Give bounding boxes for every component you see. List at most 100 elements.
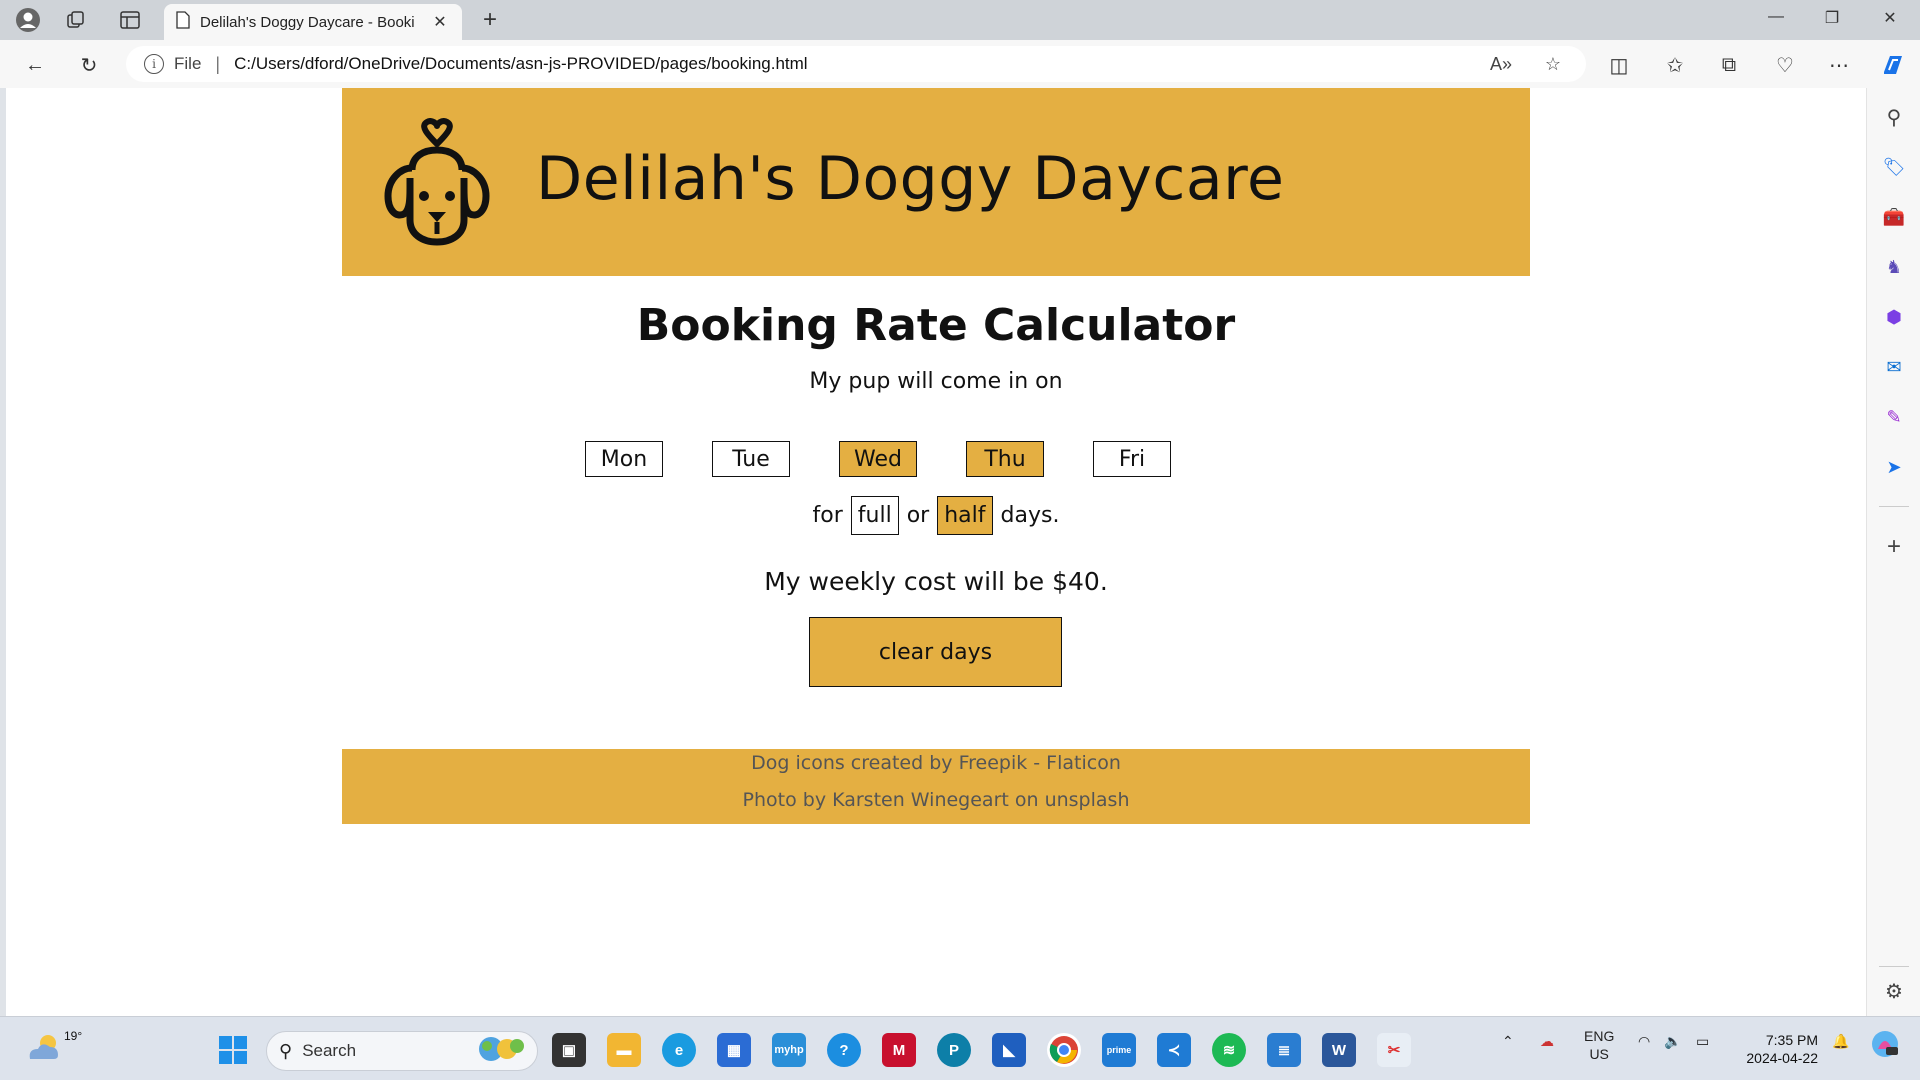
close-tab-icon[interactable]: ✕: [430, 12, 450, 32]
new-tab-icon[interactable]: +: [476, 6, 504, 34]
workspaces-icon[interactable]: [62, 6, 90, 34]
search-icon[interactable]: ⚲: [1879, 102, 1909, 132]
wifi-icon[interactable]: ◠: [1638, 1033, 1650, 1050]
language-code: ENG: [1584, 1028, 1615, 1044]
day-button-fri[interactable]: Fri: [1093, 441, 1171, 477]
site-header: Delilah's Doggy Daycare: [342, 88, 1530, 276]
snipping-tool-icon[interactable]: ✂: [1377, 1033, 1411, 1067]
photo-credit[interactable]: Photo by Karsten Winegeart on unsplash: [342, 786, 1530, 823]
icon-credit[interactable]: Dog icons created by Freepik - Flaticon: [342, 749, 1530, 786]
shark-app-icon[interactable]: ◣: [992, 1033, 1026, 1067]
show-hidden-icons[interactable]: ⌃: [1502, 1033, 1514, 1050]
address-url[interactable]: C:/Users/dford/OneDrive/Documents/asn-js…: [234, 54, 1464, 74]
sidebar-divider-bottom: [1879, 966, 1909, 967]
or-text: or: [906, 503, 930, 528]
chrome-icon[interactable]: [1047, 1033, 1081, 1067]
task-view-icon[interactable]: ▣: [552, 1033, 586, 1067]
battery-icon[interactable]: ▭: [1696, 1033, 1709, 1050]
help-icon[interactable]: ?: [827, 1033, 861, 1067]
for-text: for: [812, 503, 843, 528]
tools-icon[interactable]: 🧰: [1879, 202, 1909, 232]
designer-icon[interactable]: ✎: [1879, 402, 1909, 432]
address-scheme: File: [174, 54, 202, 73]
copilot-icon[interactable]: [1878, 50, 1908, 80]
days-text: days.: [1000, 503, 1060, 528]
duration-row: for full or half days.: [342, 496, 1530, 535]
day-button-thu[interactable]: Thu: [966, 441, 1044, 477]
start-windows-icon[interactable]: [216, 1033, 250, 1067]
active-tab[interactable]: Delilah's Doggy Daycare - Booki ✕: [164, 4, 462, 40]
page-icon: [176, 10, 190, 34]
drop-icon[interactable]: ➤: [1879, 452, 1909, 482]
more-options-icon[interactable]: ⋯: [1824, 50, 1854, 80]
settings-gear-icon[interactable]: ⚙: [1879, 976, 1909, 1006]
close-window-icon[interactable]: ✕: [1870, 8, 1910, 28]
microsoft-365-icon[interactable]: ⬢: [1879, 302, 1909, 332]
back-icon[interactable]: ←: [20, 50, 50, 80]
store-icon[interactable]: ▦: [717, 1033, 751, 1067]
notification-bell-icon[interactable]: 🔔: [1832, 1033, 1849, 1050]
search-highlight-icon: [471, 1034, 527, 1069]
browser-title-bar: Delilah's Doggy Daycare - Booki ✕ + — ❐ …: [0, 0, 1920, 40]
dog-logo-icon: [384, 118, 490, 246]
half-day-button[interactable]: half: [937, 496, 993, 535]
word-icon[interactable]: W: [1322, 1033, 1356, 1067]
read-aloud-icon[interactable]: A»: [1486, 54, 1516, 75]
profile-icon[interactable]: [14, 6, 42, 34]
language-indicator[interactable]: ENG US: [1584, 1027, 1614, 1063]
address-separator: |: [215, 53, 221, 74]
full-day-button[interactable]: full: [850, 496, 899, 535]
onedrive-status-icon[interactable]: ☁: [1540, 1033, 1554, 1050]
address-bar[interactable]: i File | C:/Users/dford/OneDrive/Documen…: [126, 46, 1586, 82]
windows-taskbar: 19° ⚲ Search ▣ ▬ e ▦ myhp ? M P ◣ prime …: [0, 1016, 1920, 1080]
myhp-icon[interactable]: myhp: [772, 1033, 806, 1067]
day-button-tue[interactable]: Tue: [712, 441, 790, 477]
edge-browser-icon[interactable]: e: [662, 1033, 696, 1067]
favorite-star-icon[interactable]: ☆: [1538, 54, 1568, 75]
browser-essentials-icon[interactable]: ♡: [1770, 50, 1800, 80]
search-placeholder: Search: [302, 1041, 357, 1060]
system-clock[interactable]: 7:35 PM 2024-04-22: [1734, 1031, 1818, 1067]
clock-time: 7:35 PM: [1765, 1032, 1818, 1048]
notepad-icon[interactable]: ≣: [1267, 1033, 1301, 1067]
cost-suffix: .: [1099, 567, 1108, 596]
pearson-icon[interactable]: P: [937, 1033, 971, 1067]
prime-video-icon[interactable]: prime: [1102, 1033, 1136, 1067]
split-screen-icon[interactable]: ◫: [1604, 50, 1634, 80]
volume-icon[interactable]: 🔈: [1664, 1033, 1681, 1050]
taskbar-search[interactable]: ⚲ Search: [266, 1031, 538, 1071]
sidebar-divider: [1879, 506, 1909, 507]
day-button-mon[interactable]: Mon: [585, 441, 663, 477]
games-icon[interactable]: ♞: [1879, 252, 1909, 282]
day-button-wed[interactable]: Wed: [839, 441, 917, 477]
edge-sidebar: ⚲ 🏷 🧰 ♞ ⬢ ✉ ✎ ➤ + ⚙: [1866, 88, 1920, 1016]
tab-actions-icon[interactable]: [116, 6, 144, 34]
browser-toolbar: ← ↻ i File | C:/Users/dford/OneDrive/Doc…: [0, 40, 1920, 88]
collections-icon[interactable]: ⧉: [1714, 50, 1744, 80]
add-sidebar-app-icon[interactable]: +: [1879, 532, 1909, 562]
clear-days-button[interactable]: clear days: [809, 617, 1062, 687]
clock-date: 2024-04-22: [1746, 1050, 1818, 1066]
site-footer: Dog icons created by Freepik - Flaticon …: [342, 749, 1530, 824]
file-explorer-icon[interactable]: ▬: [607, 1033, 641, 1067]
outlook-icon[interactable]: ✉: [1879, 352, 1909, 382]
spotify-icon[interactable]: ≋: [1212, 1033, 1246, 1067]
favorites-icon[interactable]: ✩: [1660, 50, 1690, 80]
shopping-tag-icon[interactable]: 🏷: [1879, 152, 1909, 182]
vscode-icon[interactable]: ≺: [1157, 1033, 1191, 1067]
region-code: US: [1589, 1046, 1609, 1062]
restore-icon[interactable]: ❐: [1812, 8, 1852, 28]
refresh-icon[interactable]: ↻: [74, 50, 104, 80]
weather-widget[interactable]: 19°: [24, 1027, 82, 1067]
calculator-intro: My pup will come in on: [809, 369, 1063, 394]
cost-value: $40: [1052, 567, 1100, 596]
minimize-icon[interactable]: —: [1756, 8, 1796, 26]
copilot-taskbar-icon[interactable]: [1870, 1029, 1900, 1062]
weather-temperature: 19°: [64, 1029, 83, 1043]
site-title: Delilah's Doggy Daycare: [536, 144, 1285, 214]
weather-cloud-icon: [29, 1035, 58, 1059]
info-icon[interactable]: i: [144, 54, 164, 74]
mcafee-icon[interactable]: M: [882, 1033, 916, 1067]
weekly-cost: My weekly cost will be $40.: [342, 567, 1530, 596]
calculator-heading: Booking Rate Calculator: [636, 300, 1236, 351]
